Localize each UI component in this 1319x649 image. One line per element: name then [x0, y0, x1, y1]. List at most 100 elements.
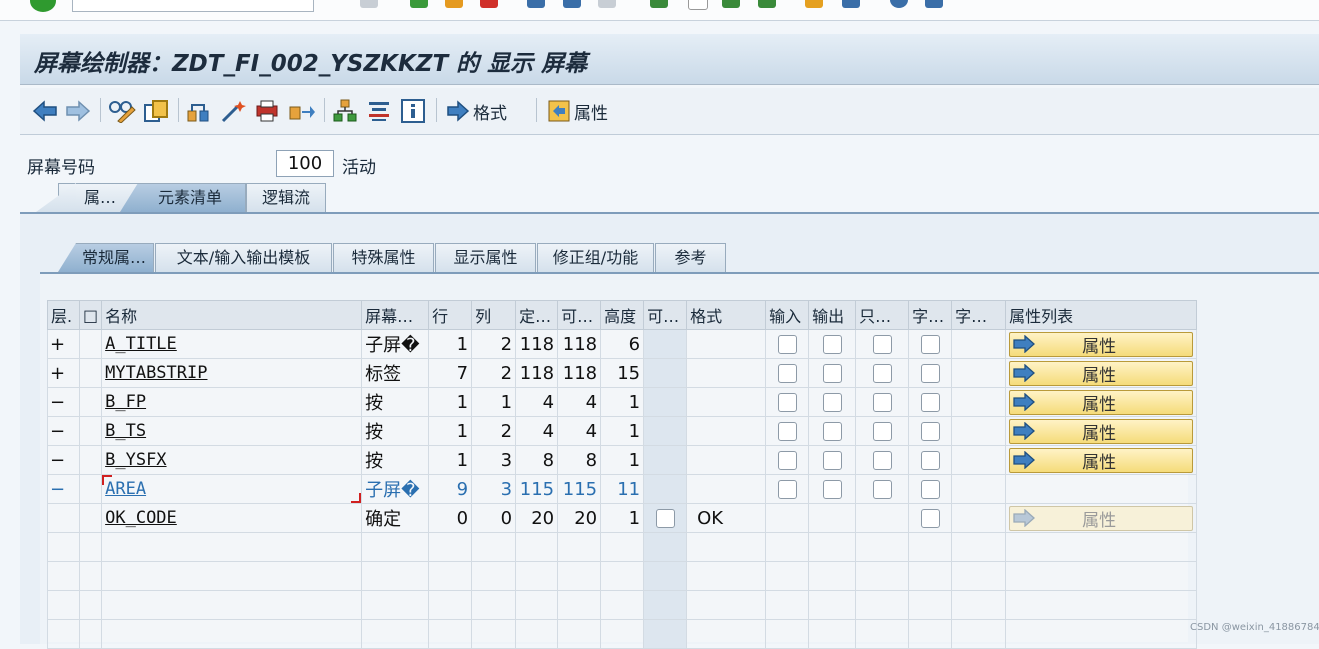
- dictionary-checkbox[interactable]: [920, 480, 940, 499]
- element-name[interactable]: MYTABSTRIP: [101, 358, 363, 388]
- level-marker[interactable]: [47, 503, 80, 533]
- back-green-icon[interactable]: [410, 0, 428, 8]
- element-name[interactable]: B_TS: [101, 416, 363, 446]
- tab-scroll-left[interactable]: [36, 183, 76, 212]
- col-name[interactable]: 名称: [101, 300, 363, 330]
- col-scrollable[interactable]: 可…: [643, 300, 688, 330]
- col-input[interactable]: 输入: [765, 300, 810, 330]
- tab-special-attributes[interactable]: 特殊属性: [333, 243, 434, 272]
- element-name[interactable]: B_FP: [101, 387, 363, 417]
- output-checkbox[interactable]: [822, 335, 842, 354]
- help-icon[interactable]: [890, 0, 908, 8]
- input-checkbox[interactable]: [777, 451, 797, 470]
- command-field[interactable]: [72, 0, 314, 12]
- exit-icon[interactable]: [445, 0, 463, 8]
- output-only-checkbox[interactable]: [872, 393, 892, 412]
- glasses-edit-icon[interactable]: [108, 98, 136, 124]
- shortcut-icon[interactable]: [842, 0, 860, 8]
- enter-icon[interactable]: [30, 0, 56, 12]
- scrollable-checkbox[interactable]: [655, 509, 675, 528]
- print-icon[interactable]: [254, 98, 280, 124]
- magic-wand-icon[interactable]: [220, 98, 246, 124]
- output-only-checkbox[interactable]: [872, 335, 892, 354]
- align-icon[interactable]: [366, 98, 392, 124]
- empty-row[interactable]: [47, 561, 1198, 591]
- attribute-button[interactable]: 属性: [1009, 418, 1194, 444]
- attribute-button[interactable]: 属性: [1009, 360, 1194, 386]
- element-name[interactable]: A_TITLE: [101, 329, 363, 359]
- attributes-button[interactable]: 属性: [547, 98, 608, 124]
- attribute-button[interactable]: 属性: [1009, 331, 1194, 357]
- dictionary-checkbox[interactable]: [920, 422, 940, 441]
- new-session-icon[interactable]: [805, 0, 823, 8]
- row-selector[interactable]: [78, 358, 103, 388]
- cancel-icon[interactable]: [480, 0, 498, 8]
- col-dictionary-field[interactable]: 字…: [908, 300, 953, 330]
- col-attribute-list[interactable]: 属性列表: [1005, 300, 1198, 330]
- table-row[interactable]: OK_CODE 确定 0 0 20 20 1 OK 属性: [47, 503, 1198, 533]
- output-checkbox[interactable]: [822, 480, 842, 499]
- table-row[interactable]: + MYTABSTRIP 标签 7 2 118 118 15 属性: [47, 358, 1198, 388]
- level-marker[interactable]: −: [47, 445, 80, 475]
- tab-display-attributes[interactable]: 显示属性: [435, 243, 536, 272]
- output-checkbox[interactable]: [822, 393, 842, 412]
- col-height[interactable]: 高度: [600, 300, 645, 330]
- level-marker[interactable]: +: [47, 358, 80, 388]
- dictionary-checkbox[interactable]: [920, 509, 940, 528]
- table-row[interactable]: − B_FP 按 1 1 4 4 1 属性: [47, 387, 1198, 417]
- col-type[interactable]: 屏幕…: [361, 300, 430, 330]
- input-checkbox[interactable]: [777, 364, 797, 383]
- input-checkbox[interactable]: [777, 335, 797, 354]
- table-row[interactable]: − B_YSFX 按 1 3 8 8 1 属性: [47, 445, 1198, 475]
- save-icon[interactable]: [360, 0, 378, 8]
- row-selector[interactable]: [78, 503, 103, 533]
- element-name[interactable]: B_YSFX: [101, 445, 363, 475]
- level-marker[interactable]: −: [47, 474, 80, 504]
- input-checkbox[interactable]: [777, 480, 797, 499]
- output-only-checkbox[interactable]: [872, 451, 892, 470]
- attribute-button[interactable]: 属性: [1009, 505, 1194, 531]
- back-icon[interactable]: [32, 98, 58, 124]
- level-marker[interactable]: −: [47, 387, 80, 417]
- col-col[interactable]: 列: [471, 300, 517, 330]
- row-selector[interactable]: [78, 474, 103, 504]
- next-page-icon[interactable]: [722, 0, 740, 8]
- find-icon[interactable]: [563, 0, 581, 8]
- input-checkbox[interactable]: [777, 393, 797, 412]
- copy-icon[interactable]: [143, 98, 169, 124]
- col-char[interactable]: 字…: [951, 300, 1007, 330]
- dictionary-checkbox[interactable]: [920, 364, 940, 383]
- screen-number-field[interactable]: 100: [276, 150, 334, 177]
- level-marker[interactable]: +: [47, 329, 80, 359]
- col-output[interactable]: 输出: [808, 300, 857, 330]
- table-row[interactable]: − AREA 子屏� 9 3 115 115 11: [47, 474, 1198, 504]
- move-icon[interactable]: [288, 98, 316, 124]
- input-checkbox[interactable]: [777, 422, 797, 441]
- tab-flow-logic[interactable]: 逻辑流: [246, 183, 326, 212]
- tab-text-io-template[interactable]: 文本/输入输出模板: [155, 243, 332, 272]
- output-only-checkbox[interactable]: [872, 364, 892, 383]
- col-output-only[interactable]: 只…: [855, 300, 910, 330]
- first-page-icon[interactable]: [650, 0, 668, 8]
- tab-element-list[interactable]: 元素清单: [120, 183, 246, 212]
- prev-page-icon[interactable]: [688, 0, 708, 10]
- attribute-button[interactable]: 属性: [1009, 389, 1194, 415]
- row-selector[interactable]: [78, 329, 103, 359]
- level-marker[interactable]: −: [47, 416, 80, 446]
- col-format[interactable]: 格式: [686, 300, 767, 330]
- table-row[interactable]: + A_TITLE 子屏� 1 2 118 118 6 属性: [47, 329, 1198, 359]
- forward-icon[interactable]: [65, 98, 91, 124]
- element-name[interactable]: OK_CODE: [101, 503, 363, 533]
- row-selector[interactable]: [78, 445, 103, 475]
- find-next-icon[interactable]: [598, 0, 616, 8]
- info-icon[interactable]: [400, 98, 426, 124]
- empty-row[interactable]: [47, 619, 1198, 649]
- dictionary-checkbox[interactable]: [920, 451, 940, 470]
- output-checkbox[interactable]: [822, 451, 842, 470]
- row-selector[interactable]: [78, 416, 103, 446]
- format-button[interactable]: 格式: [446, 98, 507, 124]
- tab-references[interactable]: 参考: [655, 243, 726, 272]
- dictionary-checkbox[interactable]: [920, 393, 940, 412]
- output-checkbox[interactable]: [822, 422, 842, 441]
- output-only-checkbox[interactable]: [872, 480, 892, 499]
